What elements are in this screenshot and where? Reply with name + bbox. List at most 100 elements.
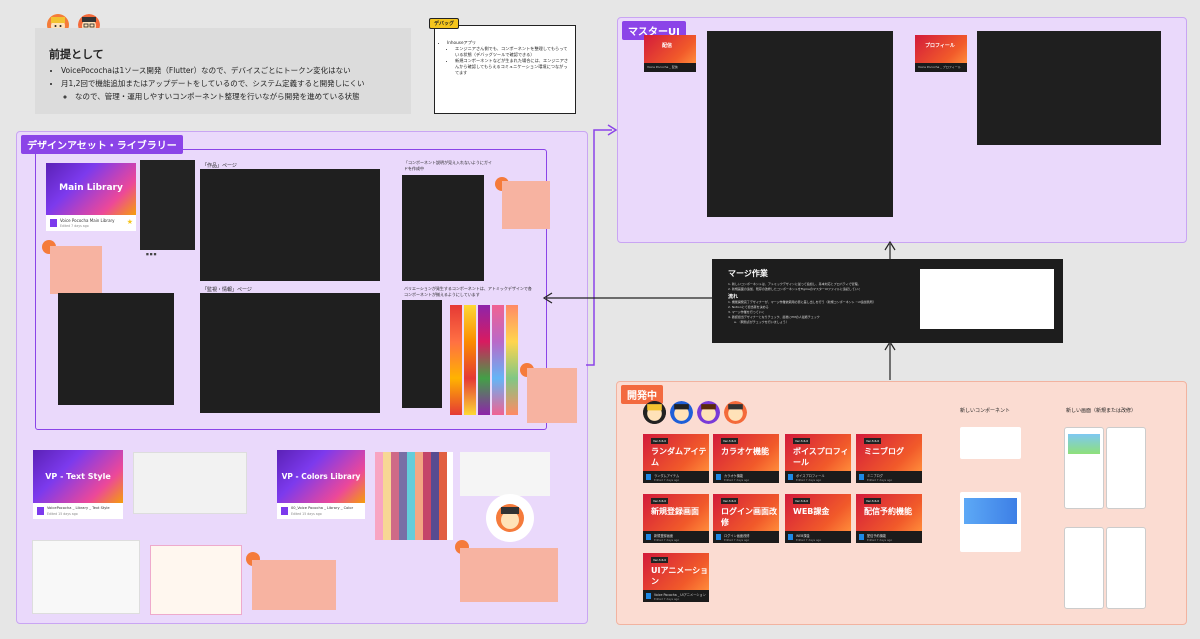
text-style-footer: VoicePococha _ Library _ Text Style Edit… [33, 503, 123, 519]
color-token-list [460, 452, 550, 496]
dev-card-edited: Edited 7 days ago [654, 478, 680, 482]
dev-card-4[interactable]: Ver.3.6.0 ミニブログ [856, 434, 922, 471]
dev-card-label: ミニブログ [864, 447, 904, 456]
dev-card-edited: Edited 7 days ago [724, 538, 750, 542]
merge-flow-5: a. （問題点がチェックを行いましょう） [734, 320, 789, 324]
dev-card-version: Ver.3.6.0 [864, 498, 882, 504]
figma-file-icon [37, 507, 44, 515]
dev-card-edited: Edited 7 days ago [867, 538, 893, 542]
arrow-merge-to-assets [542, 292, 714, 304]
dev-card-version: Ver.3.6.0 [651, 557, 669, 563]
master-card-profile-footer: Voice Pococha _ プロフィール [915, 63, 967, 72]
merge-line-2: 2. 新規画面の追加、既存の改修したコンポーネントをFigmaのマスターUIファ… [728, 287, 861, 291]
dev-card-version: Ver.3.6.0 [793, 498, 811, 504]
dev-card-footer: カラオケ機能 Edited 7 days ago [713, 471, 779, 483]
master-card-broadcast-name: Voice Pococha _ 配信 [647, 65, 678, 69]
dev-card-2[interactable]: Ver.3.6.0 カラオケ機能 [713, 434, 779, 471]
text-style-thumb[interactable]: VP - Text Style [33, 450, 123, 503]
dev-screenshot-1 [32, 540, 140, 614]
dev-card-label: ランダムアイテム [651, 447, 707, 467]
dev-card-label: UIアニメーション [651, 566, 709, 586]
dev-card-label: ログイン画面改修 [721, 507, 777, 527]
board-top-left [200, 169, 380, 281]
board-bottom-left [200, 293, 380, 413]
dev-card-footer: ログイン画面改修 Edited 7 days ago [713, 531, 779, 543]
colors-library-footer: 00_Voice Pococha _ Library _ Color Edite… [277, 503, 365, 519]
library-list-panel [140, 160, 195, 250]
master-card-profile[interactable]: プロフィール [915, 35, 967, 63]
main-library-thumb[interactable]: Main Library [46, 163, 136, 215]
new-component-card-1[interactable] [960, 427, 1021, 459]
avatar-large-circle [486, 494, 534, 542]
figma-file-icon [859, 474, 864, 480]
colors-library-thumb[interactable]: VP - Colors Library [277, 450, 365, 503]
main-library-footer: Voice Pococha Main Library Edited 7 days… [46, 215, 136, 231]
figma-file-icon [646, 474, 651, 480]
figma-file-icon [646, 534, 651, 540]
board-top-right [402, 175, 484, 281]
note-library-4 [252, 560, 336, 610]
colors-library-name: 00_Voice Pococha _ Library _ Color [291, 506, 354, 510]
dev-card-7[interactable]: Ver.3.6.0 WEB課金 [785, 494, 851, 531]
new-component-card-2[interactable] [960, 492, 1021, 552]
figma-file-icon [716, 474, 721, 480]
dev-card-version: Ver.3.6.0 [721, 498, 739, 504]
master-card-profile-name: Voice Pococha _ プロフィール [918, 65, 961, 69]
board-top-right-title: 「コンポーネント説明が見え入れないようにガイドを作成中 [404, 160, 492, 171]
merge-box: マージ作業 1. 新しいコンポーネントは、アトミックデザインに従って追加し、基本… [712, 259, 1063, 343]
board-bottom-left-title: 「監視・情報」ページ [202, 287, 252, 293]
dev-card-edited: Edited 7 days ago [724, 478, 750, 482]
board-top-left-title: 「作品」ページ [202, 163, 237, 169]
dev-screenshot-2 [150, 545, 242, 615]
arrow-dev-to-merge [884, 340, 896, 380]
premise-box: 前提として VoicePocochaは1ソース開発（Flutter）なので、デバ… [35, 28, 411, 114]
dev-card-3[interactable]: Ver.3.6.0 ボイスプロフィール [785, 434, 851, 471]
dev-card-8[interactable]: Ver.3.6.0 配信予約機能 [856, 494, 922, 531]
library-list-caption: ■ ■ ■ [146, 252, 157, 256]
dev-card-version: Ver.3.6.0 [651, 438, 669, 444]
dev-card-5[interactable]: Ver.3.6.0 新規登録画面 [643, 494, 709, 531]
dev-card-footer: ランダムアイテム Edited 7 days ago [643, 471, 709, 483]
note-library-2 [502, 181, 550, 229]
dev-card-6[interactable]: Ver.3.6.0 ログイン画面改修 [713, 494, 779, 531]
dev-card-edited: Edited 7 days ago [796, 478, 822, 482]
merge-notion-table [920, 269, 1054, 329]
colors-library-thumb-title: VP - Colors Library [281, 472, 361, 481]
text-style-edited: Edited 15 days ago [47, 512, 78, 516]
avatar-dev-1 [643, 401, 666, 424]
master-card-broadcast[interactable]: 配信 [644, 35, 696, 63]
premise-sub-bullet: なので、管理・運用しやすいコンポーネント整理を行いながら開発を進めている状態 [75, 90, 407, 103]
figma-file-icon [50, 219, 57, 227]
dev-card-1[interactable]: Ver.3.6.0 ランダムアイテム [643, 434, 709, 471]
arrow-merge-to-master [884, 240, 896, 260]
avatar-dev-2 [670, 401, 693, 424]
new-screen-title: 新しい画面（新規または改修） [1066, 408, 1137, 414]
dev-card-label: カラオケ機能 [721, 447, 769, 456]
dev-card-edited: Edited 7 days ago [654, 597, 680, 601]
new-screen-phone-2[interactable] [1106, 427, 1146, 509]
note-library-3 [527, 368, 577, 423]
dev-card-edited: Edited 7 days ago [867, 478, 893, 482]
text-style-name: VoicePococha _ Library _ Text Style [47, 506, 110, 510]
main-library-edited: Edited 7 days ago [60, 224, 89, 228]
avatar-dev-4 [724, 401, 747, 424]
master-card-broadcast-footer: Voice Pococha _ 配信 [644, 63, 696, 72]
dev-card-footer: ボイスプロフィール Edited 7 days ago [785, 471, 851, 483]
figma-file-icon [788, 534, 793, 540]
text-style-thumb-title: VP - Text Style [45, 472, 111, 481]
master-ui-broadcast-board [707, 31, 893, 217]
merge-title: マージ作業 [728, 269, 768, 278]
figma-file-icon [646, 593, 651, 599]
star-icon: ★ [126, 218, 133, 226]
dev-card-footer: 新規登録画面 Edited 7 days ago [643, 531, 709, 543]
dev-card-footer: Voice Pococha _ UIアニメーション Edited 7 days a… [643, 590, 709, 602]
premise-bullet-1: VoicePocochaは1ソース開発（Flutter）なので、デバイスごとにト… [61, 64, 407, 77]
new-screen-phone-3[interactable] [1064, 527, 1104, 609]
new-screen-phone-4[interactable] [1106, 527, 1146, 609]
dev-card-edited: Edited 7 days ago [654, 538, 680, 542]
dev-card-9[interactable]: Ver.3.6.0 UIアニメーション [643, 553, 709, 590]
new-screen-phone-1[interactable] [1064, 427, 1104, 509]
premise-bullet-2: 月1,2回で機能追加またはアップデートをしているので、システム定義すると開発しに… [61, 77, 407, 90]
dev-card-version: Ver.3.6.0 [721, 438, 739, 444]
dev-card-version: Ver.3.6.0 [793, 438, 811, 444]
